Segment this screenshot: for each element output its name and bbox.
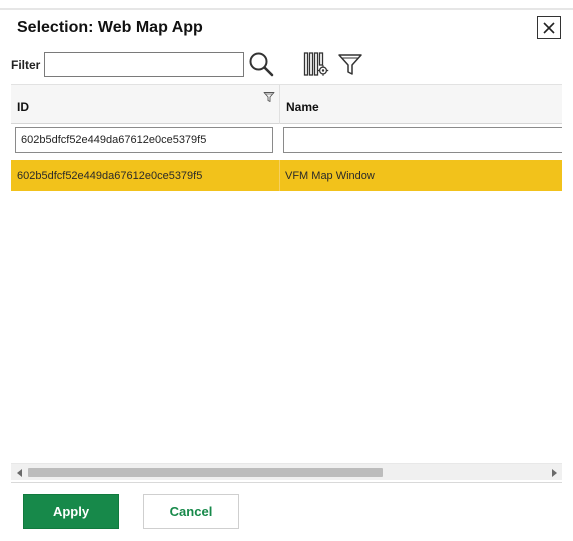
close-button[interactable] — [537, 16, 561, 39]
dialog-title: Selection: Web Map App — [17, 19, 203, 36]
column-filter-icon[interactable] — [263, 91, 275, 103]
column-header-name[interactable]: Name — [279, 85, 562, 125]
id-filter-input[interactable] — [15, 127, 273, 153]
column-header-label: Name — [286, 99, 319, 114]
column-settings-button[interactable] — [302, 50, 330, 78]
scroll-right-button[interactable] — [545, 464, 562, 481]
apply-button[interactable]: Apply — [23, 494, 119, 529]
columns-settings-icon — [303, 52, 329, 76]
grid-header-row: ID Name — [11, 84, 562, 125]
horizontal-scrollbar[interactable] — [11, 463, 562, 480]
filter-label: Filter — [11, 58, 41, 72]
grid-filter-row — [11, 124, 562, 159]
row-id-cell: 602b5dfcf52e449da67612e0ce5379f5 — [17, 169, 203, 182]
row-name-cell: VFM Map Window — [279, 160, 562, 191]
dialog-top-border — [0, 8, 573, 10]
selection-dialog: Selection: Web Map App Filter ID Name 60… — [0, 0, 573, 541]
column-header-label: ID — [17, 99, 29, 114]
selection-grid: ID Name 602b5dfcf52e449da67612e0ce5379f5… — [11, 84, 562, 484]
scroll-thumb[interactable] — [28, 468, 383, 477]
scroll-left-button[interactable] — [11, 464, 28, 481]
table-row[interactable]: 602b5dfcf52e449da67612e0ce5379f5 VFM Map… — [11, 160, 562, 191]
close-icon — [543, 21, 555, 34]
column-header-id[interactable]: ID — [11, 85, 279, 125]
filter-toggle-button[interactable] — [336, 50, 364, 78]
cancel-button[interactable]: Cancel — [143, 494, 239, 529]
name-filter-input[interactable] — [283, 127, 562, 153]
chevron-left-icon — [16, 468, 22, 477]
filter-input[interactable] — [44, 52, 244, 77]
search-button[interactable] — [247, 50, 275, 78]
funnel-icon — [338, 54, 362, 75]
search-icon — [249, 52, 274, 77]
footer-divider — [11, 482, 562, 483]
chevron-right-icon — [551, 468, 557, 477]
